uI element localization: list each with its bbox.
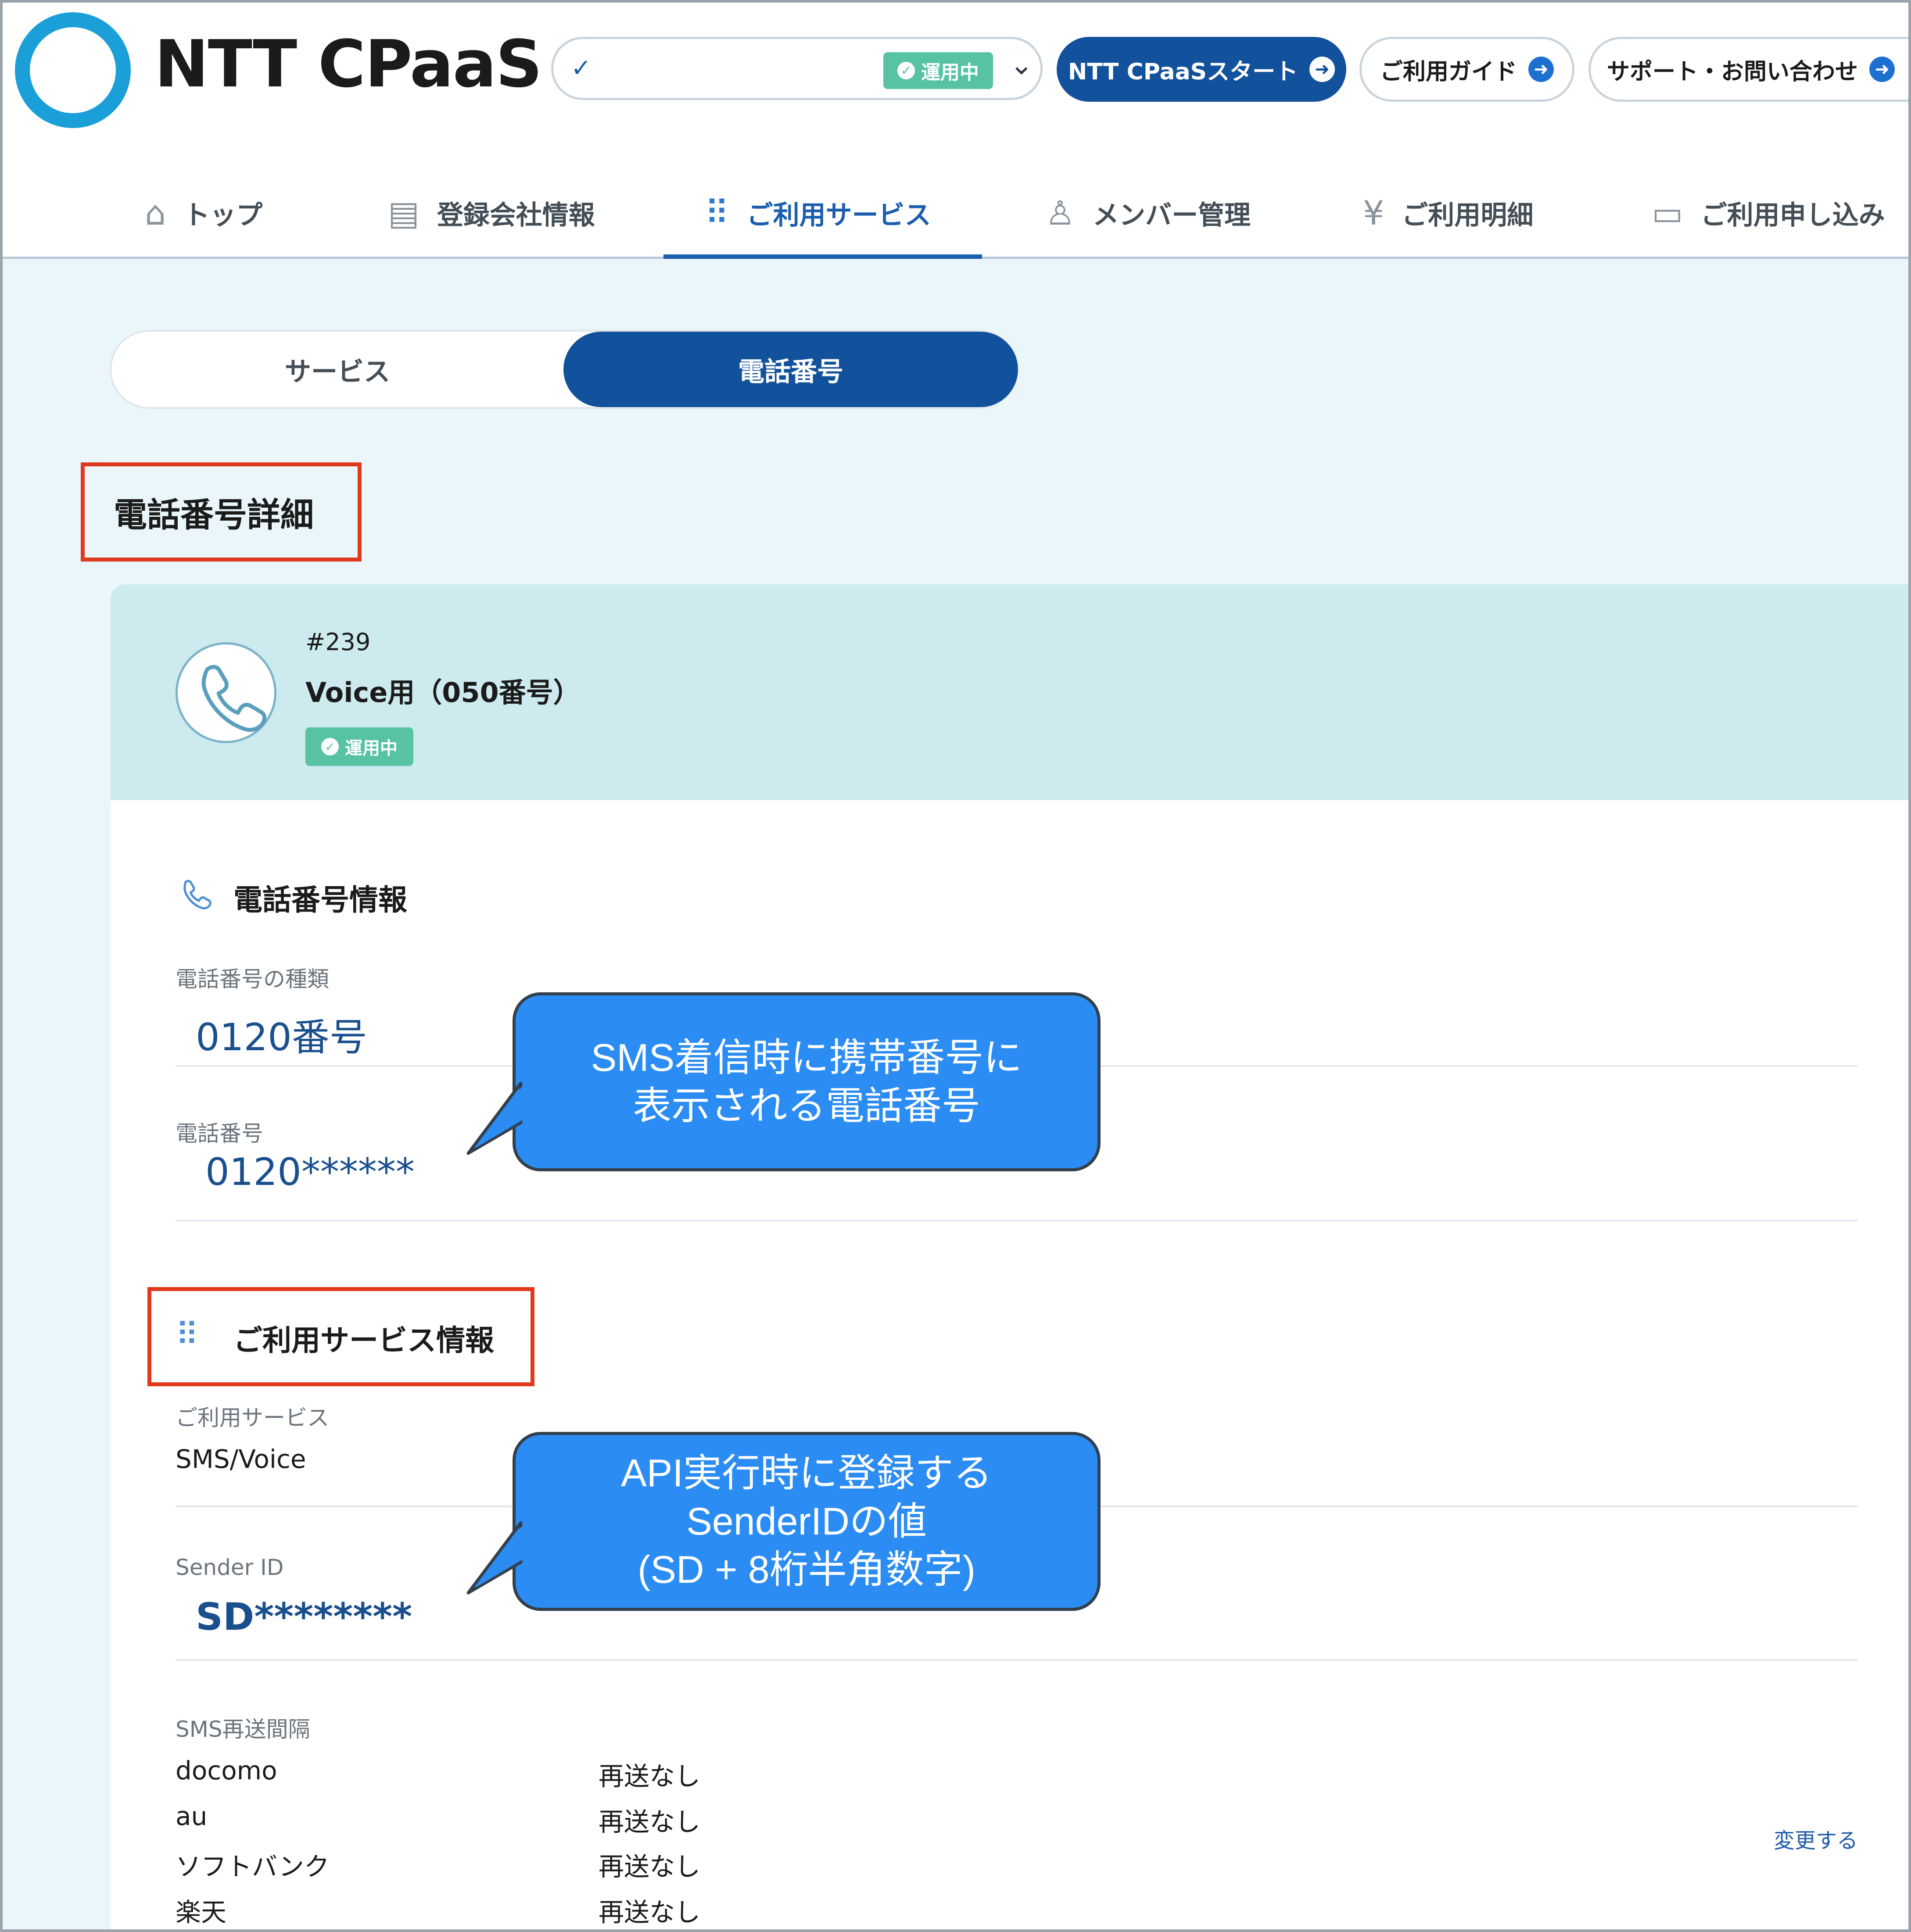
carrier-name: 楽天	[176, 1897, 227, 1927]
logo-text[interactable]: NTT CPaaS	[154, 32, 542, 97]
main-nav: ⌂ トップ ▤ 登録会社情報 ⠿ ご利用サービス ♙ メンバー管理 ¥ ご利用明…	[0, 167, 1911, 259]
guide-label: ご利用ガイド	[1380, 58, 1517, 85]
card-header: #239 Voice用（050番号） ✓ 運用中	[111, 584, 1911, 800]
nav-item-label: トップ	[183, 200, 263, 231]
callout-line: SenderIDの値	[686, 1499, 927, 1543]
section-title: 電話番号情報	[233, 883, 407, 917]
nav-item-label: ご利用明細	[1402, 200, 1534, 231]
field-value: SMS/Voice	[176, 1444, 306, 1474]
resend-value: 再送なし	[599, 1807, 701, 1837]
document-icon: ▤	[388, 193, 419, 233]
view-toggle: サービス 電話番号	[110, 330, 1018, 409]
nav-item-services[interactable]: ⠿ ご利用サービス	[705, 167, 931, 259]
resend-value: 再送なし	[599, 1897, 701, 1927]
cpaas-start-label: NTT CPaaSスタート	[1068, 58, 1298, 85]
change-link[interactable]: 変更する	[1774, 1823, 1858, 1854]
field-label: ご利用サービス	[176, 1405, 329, 1431]
field-label: SMS再送間隔	[176, 1717, 310, 1742]
field-value: 0120番号	[196, 1016, 367, 1059]
callout-line: API実行時に登録する	[621, 1451, 992, 1495]
resend-value: 再送なし	[599, 1852, 701, 1882]
nav-item-label: ご利用申し込み	[1700, 200, 1885, 231]
phone-icon	[176, 642, 276, 743]
nav-item-label: メンバー管理	[1093, 200, 1251, 231]
item-name: Voice用（050番号）	[305, 676, 581, 708]
status-badge-label: 運用中	[345, 738, 398, 758]
application-icon: ▭	[1652, 193, 1683, 233]
nav-item-application[interactable]: ▭ ご利用申し込み	[1652, 167, 1885, 259]
status-badge: ✓ 運用中	[883, 52, 993, 89]
divider	[176, 1220, 1858, 1221]
page-title: 電話番号詳細	[81, 462, 362, 562]
invoice-icon: ¥	[1363, 193, 1384, 233]
sender-id-callout: API実行時に登録する SenderIDの値 (SD + 8桁半角数字)	[466, 1432, 1101, 1611]
field-label: Sender ID	[176, 1555, 284, 1580]
support-label: サポート・お問い合わせ	[1606, 58, 1858, 85]
status-badge: ✓ 運用中	[305, 727, 413, 766]
cpaas-start-button[interactable]: NTT CPaaSスタート ➜	[1057, 37, 1346, 102]
nav-item-usage[interactable]: ¥ ご利用明細	[1363, 167, 1533, 259]
detail-card: #239 Voice用（050番号） ✓ 運用中 電話番号情報 電話番号の種類 …	[111, 584, 1911, 1932]
nav-item-top[interactable]: ⌂ トップ	[145, 167, 262, 259]
field-label: 電話番号	[176, 1121, 263, 1146]
carrier-name: au	[176, 1801, 208, 1831]
nav-item-company[interactable]: ▤ 登録会社情報	[388, 167, 595, 259]
status-badge-label: 運用中	[921, 61, 979, 84]
toggle-phone-number[interactable]: 電話番号	[563, 332, 1018, 407]
item-id: #239	[305, 628, 371, 656]
phone-number-callout: SMS着信時に携帯番号に 表示される電話番号	[466, 992, 1101, 1171]
phone-number-value: 0120******	[205, 1150, 415, 1194]
callout-line: 表示される電話番号	[632, 1084, 980, 1127]
resend-value: 再送なし	[599, 1761, 701, 1791]
active-tab-indicator	[663, 254, 982, 259]
field-label: 電話番号の種類	[176, 966, 329, 992]
phone-icon	[176, 874, 212, 918]
divider	[176, 1659, 1858, 1661]
arrow-right-icon: ➜	[1309, 57, 1335, 82]
nav-item-label: 登録会社情報	[437, 200, 595, 231]
carrier-name: docomo	[176, 1756, 277, 1785]
grid-icon: ⠿	[176, 1316, 199, 1353]
check-circle-icon: ✓	[321, 738, 339, 755]
callout-line: SMS着信時に携帯番号に	[591, 1036, 1022, 1079]
page-title-text: 電話番号詳細	[114, 495, 314, 534]
sender-id-value: SD********	[196, 1595, 412, 1639]
support-button[interactable]: サポート・お問い合わせ ➜	[1588, 37, 1911, 102]
section-title: ご利用サービス情報	[233, 1324, 494, 1357]
guide-button[interactable]: ご利用ガイド ➜	[1359, 37, 1574, 102]
arrow-right-icon: ➜	[1869, 57, 1895, 82]
callout-line: (SD + 8桁半角数字)	[637, 1548, 976, 1591]
logo-icon[interactable]	[15, 12, 131, 128]
chevron-down-icon[interactable]: ⌄	[1010, 49, 1033, 81]
toggle-service[interactable]: サービス	[111, 332, 563, 407]
check-circle-icon: ✓	[897, 62, 915, 79]
tenant-select[interactable]: ✓ ✓ 運用中 ⌄	[551, 37, 1043, 100]
check-icon: ✓	[571, 54, 592, 82]
nav-item-members[interactable]: ♙ メンバー管理	[1045, 167, 1251, 259]
members-icon: ♙	[1045, 193, 1076, 233]
carrier-name: ソフトバンク	[176, 1852, 330, 1882]
grid-icon: ⠿	[705, 193, 729, 233]
home-icon: ⌂	[145, 193, 166, 233]
arrow-right-icon: ➜	[1528, 57, 1554, 82]
nav-item-label: ご利用サービス	[746, 200, 931, 231]
